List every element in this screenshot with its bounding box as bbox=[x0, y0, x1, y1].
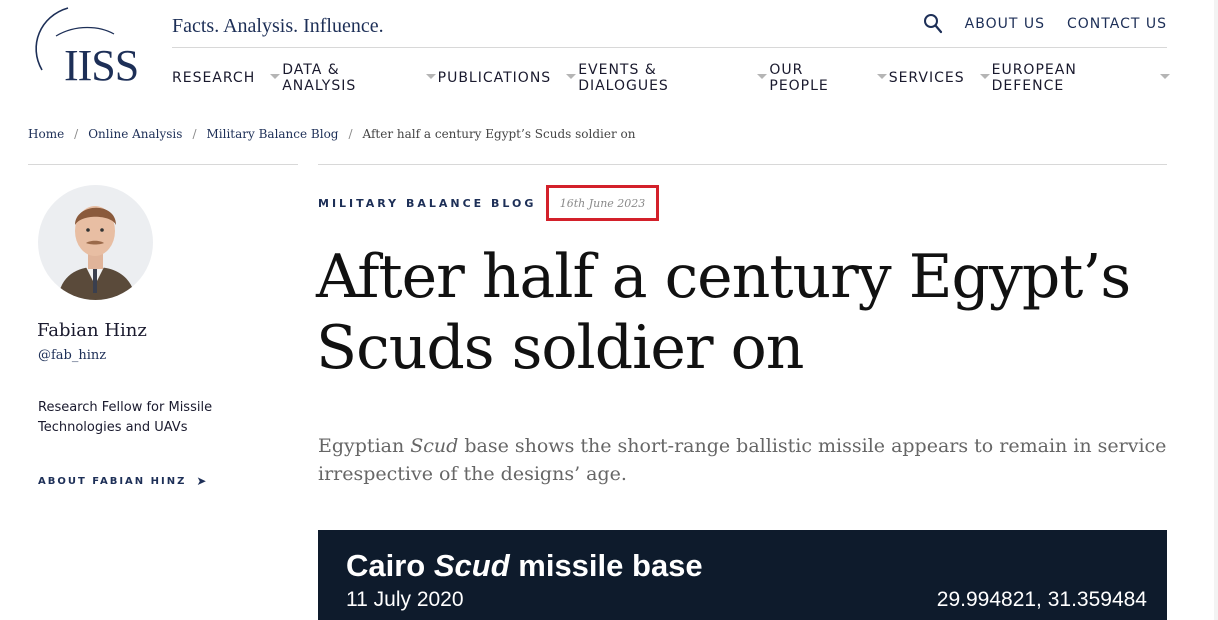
figure-title-emphasis: Scud bbox=[433, 548, 510, 583]
article-category-link[interactable]: MILITARY BALANCE BLOG bbox=[318, 197, 536, 210]
logo-text: IISS bbox=[64, 41, 139, 90]
article-date: 16th June 2023 bbox=[559, 196, 646, 210]
author-name: Fabian Hinz bbox=[37, 320, 147, 341]
nav-item-label: DATA & ANALYSIS bbox=[282, 62, 357, 94]
figure-date: 11 July 2020 bbox=[346, 588, 464, 611]
figure-title: Cairo Scud missile base bbox=[346, 548, 703, 584]
contact-us-link[interactable]: CONTACT US bbox=[1067, 16, 1167, 32]
chevron-down-icon[interactable] bbox=[566, 73, 577, 79]
chevron-down-icon[interactable] bbox=[425, 73, 436, 79]
nav-item-label: RESEARCH bbox=[172, 70, 256, 86]
author-handle-link[interactable]: @fab_hinz bbox=[38, 348, 106, 363]
about-us-link[interactable]: ABOUT US bbox=[965, 16, 1045, 32]
nav-item-label: OUR PEOPLE bbox=[769, 62, 829, 94]
sidebar-divider bbox=[28, 164, 298, 165]
main-nav: RESEARCH DATA & ANALYSIS PUBLICATIONS EV… bbox=[172, 62, 1172, 94]
arrow-right-icon: ➤ bbox=[196, 474, 207, 488]
chevron-down-icon[interactable] bbox=[876, 73, 887, 79]
nav-item-publications[interactable]: PUBLICATIONS bbox=[438, 70, 579, 86]
about-author-label: ABOUT FABIAN HINZ bbox=[38, 475, 187, 487]
breadcrumb-military-balance-blog[interactable]: Military Balance Blog bbox=[206, 127, 338, 141]
nav-item-label: PUBLICATIONS bbox=[437, 70, 552, 86]
figure-title-text: missile base bbox=[509, 548, 703, 583]
page-scrollbar[interactable] bbox=[1214, 0, 1218, 620]
nav-item-label: SERVICES bbox=[888, 70, 965, 86]
article-divider bbox=[318, 164, 1167, 165]
breadcrumb-home[interactable]: Home bbox=[28, 127, 64, 141]
nav-item-services[interactable]: SERVICES bbox=[889, 70, 992, 86]
article-title: After half a century Egypt’s Scuds soldi… bbox=[316, 242, 1131, 383]
search-icon[interactable] bbox=[923, 13, 943, 35]
chevron-down-icon[interactable] bbox=[979, 73, 990, 79]
tagline: Facts. Analysis. Influence. bbox=[172, 15, 384, 37]
article-standfirst: Egyptian Scud base shows the short-range… bbox=[318, 432, 1178, 488]
breadcrumb-current: After half a century Egypt’s Scuds soldi… bbox=[362, 127, 636, 141]
article-figure[interactable]: Cairo Scud missile base 11 July 2020 29.… bbox=[318, 530, 1167, 620]
nav-item-events-dialogues[interactable]: EVENTS & DIALOGUES bbox=[578, 62, 769, 94]
date-highlight-box: 16th June 2023 bbox=[546, 185, 659, 221]
breadcrumb-separator: / bbox=[74, 127, 79, 141]
header-divider bbox=[172, 47, 1167, 48]
nav-item-label: EVENTS & DIALOGUES bbox=[578, 62, 669, 94]
author-avatar[interactable] bbox=[38, 185, 153, 300]
iiss-logo[interactable]: IISS bbox=[28, 6, 144, 90]
breadcrumb-separator: / bbox=[192, 127, 197, 141]
chevron-down-icon[interactable] bbox=[757, 73, 768, 79]
nav-item-research[interactable]: RESEARCH bbox=[172, 70, 282, 86]
figure-coordinates: 29.994821, 31.359484 bbox=[936, 588, 1147, 611]
nav-item-data-analysis[interactable]: DATA & ANALYSIS bbox=[282, 62, 437, 94]
author-bio: Research Fellow for Missile Technologies… bbox=[38, 400, 213, 435]
breadcrumb-online-analysis[interactable]: Online Analysis bbox=[88, 127, 182, 141]
nav-item-label: EUROPEAN DEFENCE bbox=[991, 62, 1077, 94]
chevron-down-icon[interactable] bbox=[270, 73, 281, 79]
standfirst-emphasis: Scud bbox=[410, 435, 459, 457]
top-links: ABOUT US CONTACT US bbox=[923, 13, 1167, 35]
figure-title-text: Cairo bbox=[346, 548, 434, 583]
standfirst-text: Egyptian bbox=[318, 435, 411, 457]
about-author-link[interactable]: ABOUT FABIAN HINZ ➤ bbox=[38, 474, 206, 488]
nav-item-european-defence[interactable]: EUROPEAN DEFENCE bbox=[992, 62, 1172, 94]
breadcrumb-separator: / bbox=[348, 127, 353, 141]
nav-item-our-people[interactable]: OUR PEOPLE bbox=[769, 62, 888, 94]
breadcrumb: Home / Online Analysis / Military Balanc… bbox=[28, 127, 635, 141]
chevron-down-icon[interactable] bbox=[1160, 73, 1170, 79]
